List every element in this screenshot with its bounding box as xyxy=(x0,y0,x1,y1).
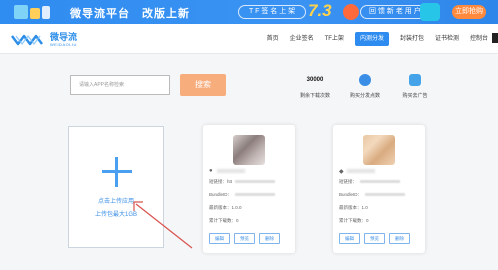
buy-distribution-label[interactable]: 购买分发点数 xyxy=(342,92,388,99)
downloads-value: 0 xyxy=(236,218,239,223)
banner-gift-icon xyxy=(420,3,440,21)
app-name-redacted xyxy=(347,169,375,173)
brand-wave-icon xyxy=(11,34,43,46)
preview-button[interactable]: 预览 xyxy=(364,233,385,244)
downloads-row: 累计下载数：0 xyxy=(209,218,239,224)
annotation-arrow-icon xyxy=(133,201,193,249)
short-link-label: 短链接： xyxy=(339,179,357,184)
nav-tf-listing[interactable]: TF上架 xyxy=(325,32,344,46)
app-search-input[interactable]: 请输入APP名称检索 xyxy=(70,75,170,95)
banner-date: 7.3 xyxy=(308,1,332,20)
nav-package[interactable]: 封装打包 xyxy=(400,32,424,46)
delete-button[interactable]: 删除 xyxy=(389,233,410,244)
short-link-row: 短链接： xyxy=(339,179,400,185)
brand-logo[interactable]: 微导流 WEIDAOLIU xyxy=(10,30,77,50)
banner-title: 微导流平台 xyxy=(70,8,130,20)
downloads-row: 累计下载数：0 xyxy=(339,218,369,224)
banner-headline: 改版上新 xyxy=(142,8,190,20)
downloads-value: 0 xyxy=(366,218,369,223)
downloads-label: 累计下载数： xyxy=(209,218,236,223)
downloads-label: 累计下载数： xyxy=(339,218,366,223)
short-link-label: 短链接： xyxy=(209,179,227,184)
bundle-id-row: BundleID： xyxy=(209,192,276,198)
remaining-downloads-label: 剩余下载次数 xyxy=(299,93,330,99)
short-link-row: 短链接：htt xyxy=(209,179,276,185)
nav-home[interactable]: 首页 xyxy=(267,32,279,46)
apple-icon: ● xyxy=(209,168,213,174)
brand-subname: WEIDAOLIU xyxy=(50,42,77,47)
nav-beta-distribution[interactable]: 内测分发 xyxy=(354,32,389,46)
card-actions: 编辑 预览 删除 xyxy=(209,233,284,244)
app-card[interactable]: ◆ 短链接： BundleID： 最新版本：1.0 累计下载数：0 编辑 预览 … xyxy=(333,125,425,253)
search-button[interactable]: 搜索 xyxy=(180,74,226,96)
short-link-redacted xyxy=(235,180,276,184)
version-row: 最新版本：1.0.0 xyxy=(209,205,242,211)
version-row: 最新版本：1.0 xyxy=(339,205,368,211)
main-nav: 首页 企业签名 TF上架 内测分发 封装打包 证书检测 控制台 xyxy=(256,32,488,46)
version-label: 最新版本： xyxy=(339,205,362,210)
nav-console[interactable]: 控制台 xyxy=(470,32,488,46)
bundle-id-row: BundleID： xyxy=(339,192,406,198)
scroll-handle[interactable] xyxy=(492,33,498,43)
buy-distribution-points[interactable]: 购买分发点数 xyxy=(342,74,388,99)
bundle-id-label: BundleID： xyxy=(339,192,363,197)
preview-button[interactable]: 预览 xyxy=(234,233,255,244)
money-bag-icon xyxy=(359,74,371,86)
buy-ad-removal-label[interactable]: 购买去广告 xyxy=(392,92,438,99)
app-name-redacted xyxy=(217,169,245,173)
delete-button[interactable]: 删除 xyxy=(259,233,280,244)
version-label: 最新版本： xyxy=(209,205,232,210)
nav-cert-check[interactable]: 证书检测 xyxy=(435,32,459,46)
edit-button[interactable]: 编辑 xyxy=(209,233,230,244)
android-icon: ◆ xyxy=(339,169,344,175)
nav-enterprise-sign[interactable]: 企业签名 xyxy=(290,32,314,46)
app-thumbnail xyxy=(233,135,265,165)
short-link-value[interactable]: htt xyxy=(227,179,232,184)
bundle-id-label: BundleID： xyxy=(209,192,233,197)
short-link-redacted xyxy=(360,180,400,184)
card-actions: 编辑 预览 删除 xyxy=(339,233,414,244)
promo-banner[interactable]: 微导流平台 改版上新 T F 签 名 上 架 7.3 回 馈 新 老 用 户 立… xyxy=(0,0,498,24)
banner-cta-button[interactable]: 立即抢购 xyxy=(452,5,486,19)
plus-icon xyxy=(102,157,132,187)
app-thumbnail xyxy=(363,135,395,165)
remaining-downloads: 30000 剩余下载次数 xyxy=(292,74,338,99)
version-value: 1.0 xyxy=(361,205,368,210)
brand-name: 微导流 xyxy=(50,32,78,42)
top-header: 微导流 WEIDAOLIU 首页 企业签名 TF上架 内测分发 封装打包 证书检… xyxy=(0,24,498,54)
bundle-id-redacted xyxy=(235,193,276,197)
app-card[interactable]: ● 短链接：htt BundleID： 最新版本：1.0.0 累计下载数：0 编… xyxy=(203,125,295,253)
buy-ad-removal[interactable]: 购买去广告 xyxy=(392,74,438,99)
remaining-downloads-value: 30000 xyxy=(306,77,324,83)
edit-button[interactable]: 编辑 xyxy=(339,233,360,244)
banner-tf-pill: T F 签 名 上 架 xyxy=(238,5,307,19)
version-value: 1.0.0 xyxy=(231,205,242,210)
banner-seal-icon xyxy=(343,4,359,20)
bundle-id-redacted xyxy=(365,193,406,197)
promo-banner-illustration xyxy=(14,5,50,19)
ad-icon xyxy=(409,74,421,86)
